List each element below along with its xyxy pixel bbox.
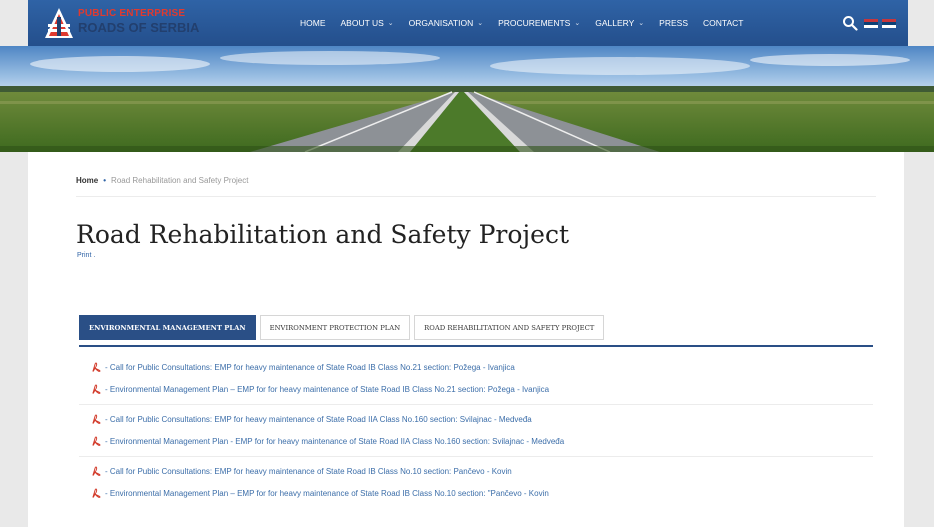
tab-environmental-management-plan[interactable]: ENVIRONMENTAL MANAGEMENT PLAN xyxy=(79,315,256,340)
nav-procurements-label: PROCUREMENTS xyxy=(498,18,571,28)
nav-contact[interactable]: CONTACT xyxy=(703,18,743,28)
document-link[interactable]: - Call for Public Consultations: EMP for… xyxy=(105,415,532,424)
roads-of-serbia-logo[interactable] xyxy=(44,7,74,39)
chevron-down-icon: ⌄ xyxy=(638,20,645,27)
pdf-icon xyxy=(92,361,101,372)
tab-bar: ENVIRONMENTAL MANAGEMENT PLAN ENVIRONMEN… xyxy=(79,315,608,340)
pdf-icon xyxy=(92,383,101,394)
divider xyxy=(79,456,873,457)
breadcrumb: Home • Road Rehabilitation and Safety Proj… xyxy=(76,176,248,185)
main-menu: HOME ABOUT US ⌄ ORGANISATION ⌄ PROCUREMENT… xyxy=(300,0,758,46)
list-item: - Environmental Management Plan – EMP fo… xyxy=(79,378,873,400)
list-item: - Environmental Management Plan - EMP fo… xyxy=(79,430,873,452)
breadcrumb-separator: • xyxy=(103,176,107,185)
document-list: - Call for Public Consultations: EMP for… xyxy=(79,348,873,504)
document-link[interactable]: - Environmental Management Plan - EMP fo… xyxy=(105,437,564,446)
document-link[interactable]: - Environmental Management Plan – EMP fo… xyxy=(105,489,549,498)
hero-highway-image xyxy=(0,46,934,152)
english-language-flag-icon[interactable] xyxy=(882,19,896,28)
tab-underline xyxy=(79,345,873,347)
nav-press-label: PRESS xyxy=(659,18,688,28)
nav-about-us-label: ABOUT US xyxy=(340,18,384,28)
search-icon[interactable] xyxy=(842,15,858,31)
list-item: - Call for Public Consultations: EMP for… xyxy=(79,356,873,378)
list-item: - Environmental Management Plan – EMP fo… xyxy=(79,482,873,504)
nav-press[interactable]: PRESS xyxy=(659,18,688,28)
nav-procurements[interactable]: PROCUREMENTS ⌄ xyxy=(498,18,580,28)
pdf-icon xyxy=(92,413,101,424)
tab-road-rehabilitation-and-safety-project[interactable]: ROAD REHABILITATION AND SAFETY PROJECT xyxy=(414,315,605,340)
chevron-down-icon: ⌄ xyxy=(574,20,581,27)
nav-home-label: HOME xyxy=(300,18,326,28)
nav-contact-label: CONTACT xyxy=(703,18,744,28)
nav-gallery[interactable]: GALLERY ⌄ xyxy=(595,18,644,28)
page-title: Road Rehabilitation and Safety Project xyxy=(76,220,570,249)
document-link[interactable]: - Call for Public Consultations: EMP for… xyxy=(105,467,512,476)
print-link[interactable]: Print . xyxy=(77,252,95,259)
chevron-down-icon: ⌄ xyxy=(477,20,484,27)
top-navigation-bar: PUBLIC ENTERPRISE ROADS OF SERBIA HOME A… xyxy=(28,0,908,46)
brand-line-2: ROADS OF SERBIA xyxy=(78,20,200,35)
nav-home[interactable]: HOME xyxy=(300,18,326,28)
nav-gallery-label: GALLERY xyxy=(595,18,635,28)
divider xyxy=(79,404,873,405)
breadcrumb-home-link[interactable]: Home xyxy=(76,176,98,185)
nav-organisation-label: ORGANISATION xyxy=(408,18,474,28)
list-item: - Call for Public Consultations: EMP for… xyxy=(79,460,873,482)
pdf-icon xyxy=(92,487,101,498)
main-content: Home • Road Rehabilitation and Safety Proj… xyxy=(28,152,904,527)
divider xyxy=(76,196,876,197)
document-link[interactable]: - Environmental Management Plan – EMP fo… xyxy=(105,385,549,394)
brand-name[interactable]: PUBLIC ENTERPRISE ROADS OF SERBIA xyxy=(78,8,200,35)
pdf-icon xyxy=(92,435,101,446)
document-link[interactable]: - Call for Public Consultations: EMP for… xyxy=(105,363,515,372)
serbian-language-flag-icon[interactable] xyxy=(864,19,878,28)
nav-about-us[interactable]: ABOUT US ⌄ xyxy=(341,18,394,28)
pdf-icon xyxy=(92,465,101,476)
brand-line-1: PUBLIC ENTERPRISE xyxy=(78,8,186,19)
list-item: - Call for Public Consultations: EMP for… xyxy=(79,408,873,430)
breadcrumb-current: Road Rehabilitation and Safety Project xyxy=(111,176,249,185)
chevron-down-icon: ⌄ xyxy=(387,20,394,27)
nav-organisation[interactable]: ORGANISATION ⌄ xyxy=(409,18,483,28)
tab-environment-protection-plan[interactable]: ENVIRONMENT PROTECTION PLAN xyxy=(259,315,411,340)
